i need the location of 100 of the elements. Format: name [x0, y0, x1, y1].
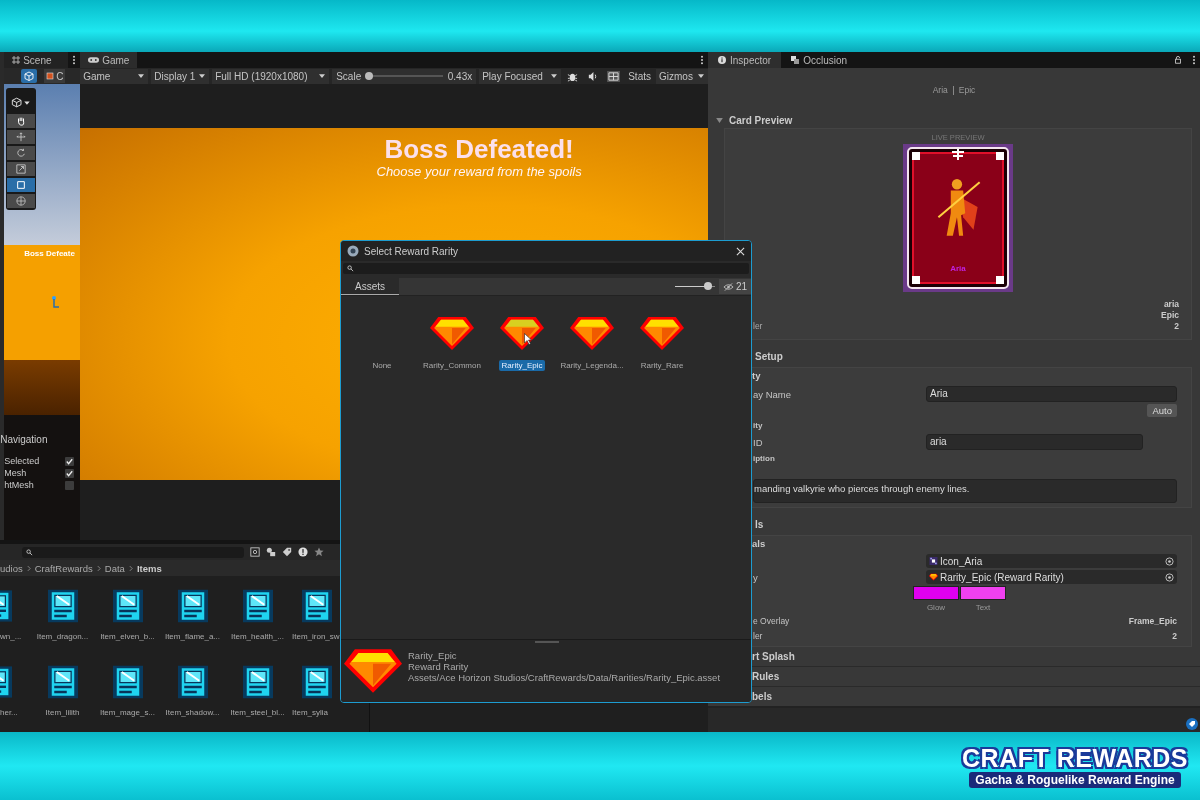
hand-tool-button[interactable]	[7, 114, 36, 128]
asset-name: Rarity_Epic	[408, 649, 458, 661]
hidden-eye-icon	[722, 282, 734, 291]
resolution-dropdown[interactable]: Full HD (1920x1080)	[212, 68, 330, 84]
mouse-cursor-icon	[524, 333, 532, 345]
chevron-icon	[26, 564, 31, 572]
chevron-icon	[96, 564, 101, 572]
search-icon	[26, 548, 33, 556]
scene-tab[interactable]: Scene	[4, 52, 69, 68]
property-value: 2	[1172, 630, 1177, 641]
file-icon[interactable]	[177, 588, 208, 624]
tag-icon[interactable]	[282, 547, 292, 557]
display-dropdown[interactable]: Display 1	[151, 68, 210, 84]
caret-icon	[698, 74, 704, 78]
foldout-header[interactable]: bels	[752, 691, 772, 702]
file-icon[interactable]	[47, 664, 78, 700]
cube-button[interactable]	[20, 69, 39, 83]
property-value: Epic	[1161, 309, 1179, 320]
brand-tagline: Gacha & Roguelike Reward Engine	[969, 772, 1181, 788]
game-tab[interactable]: Game	[80, 52, 138, 68]
asset-name[interactable]: Rarity_Epic	[498, 360, 546, 371]
dialog-title: Select Reward Rarity	[364, 245, 458, 257]
asset-name[interactable]: Rarity_Legenda...	[557, 360, 627, 371]
foldout-arrow-icon[interactable]	[716, 117, 723, 123]
view-dropdown[interactable]: Game	[80, 68, 149, 84]
gem-icon[interactable]	[570, 316, 614, 350]
color-swatch[interactable]	[960, 586, 1006, 600]
file-name: Item_mage_s...	[99, 708, 156, 717]
panel-tab[interactable]: Inspector	[708, 52, 782, 68]
file-icon[interactable]	[47, 588, 78, 624]
field-label: ler	[753, 630, 763, 641]
more-icon[interactable]	[72, 55, 77, 65]
gem-icon	[929, 573, 938, 581]
rect-tool-button[interactable]	[7, 178, 36, 192]
asset-name[interactable]: Rarity_Rare	[637, 360, 687, 371]
transform-tool-button[interactable]	[7, 194, 36, 208]
section-title: Card Preview	[729, 114, 793, 126]
text-field[interactable]: Aria	[926, 386, 1177, 402]
file-icon[interactable]	[112, 588, 143, 624]
text-field[interactable]: aria	[926, 434, 1143, 450]
file-icon[interactable]	[112, 664, 143, 700]
stats-grid-icon[interactable]	[607, 70, 621, 82]
scale-tool-button[interactable]	[7, 162, 36, 176]
color-swatch[interactable]	[913, 586, 959, 600]
foldout-header[interactable]: Rules	[752, 671, 780, 682]
warning-icon[interactable]	[298, 547, 308, 557]
file-icon[interactable]	[302, 588, 332, 624]
file-icon[interactable]	[177, 664, 208, 700]
checkbox[interactable]	[65, 468, 75, 478]
object-field[interactable]: Rarity_Epic (Reward Rarity)	[926, 570, 1177, 584]
gizmos-dropdown[interactable]: Gizmos	[656, 68, 708, 84]
file-icon[interactable]	[242, 664, 273, 700]
checkbox[interactable]	[65, 480, 75, 490]
search-filter-icon[interactable]	[250, 547, 260, 557]
move-icon	[16, 132, 27, 142]
rotate-tool-button[interactable]	[7, 146, 36, 160]
section-title: ls	[755, 519, 764, 530]
search-field[interactable]	[343, 263, 749, 274]
auto-button[interactable]: Auto	[1147, 404, 1177, 417]
camera-button[interactable]: C	[44, 69, 66, 83]
description-field[interactable]: manding valkyrie who pierces through enemy lines.	[753, 479, 1177, 503]
option-label: htMesh	[4, 480, 34, 490]
star-icon[interactable]	[314, 547, 324, 557]
file-name: Item_shadow...	[165, 708, 220, 717]
breadcrumb-item[interactable]: udios	[0, 562, 23, 574]
breadcrumb-item[interactable]: Data	[104, 562, 125, 574]
breadcrumb-item[interactable]: CraftRewards	[34, 562, 93, 574]
gem-icon[interactable]	[640, 316, 684, 350]
breadcrumb-item[interactable]: Items	[136, 562, 162, 574]
foldout-header[interactable]: rt Splash	[752, 651, 795, 662]
field-label: y	[753, 571, 759, 583]
checkbox[interactable]	[65, 456, 75, 466]
file-name: Item_steel_bl...	[230, 708, 285, 717]
hidden-count-button[interactable]: 21	[718, 279, 751, 294]
tag-icon[interactable]	[1186, 718, 1198, 730]
file-icon[interactable]	[0, 664, 12, 700]
asset-name[interactable]: Rarity_Common	[420, 360, 484, 371]
property-value: aria	[1163, 298, 1179, 309]
asset-name[interactable]: None	[369, 360, 395, 371]
overlay-title: Navigation	[0, 434, 49, 445]
gem-icon[interactable]	[500, 316, 544, 350]
more-icon[interactable]	[700, 55, 704, 65]
file-icon[interactable]	[302, 664, 332, 700]
file-icon[interactable]	[0, 588, 12, 624]
gem-icon[interactable]	[430, 316, 474, 350]
speaker-icon[interactable]	[587, 70, 599, 82]
cube-dropdown-icon[interactable]	[10, 96, 33, 109]
stats-button[interactable]: Stats	[626, 70, 653, 82]
file-icon[interactable]	[242, 588, 273, 624]
more-icon[interactable]	[1192, 55, 1196, 65]
card-name: Aria	[932, 85, 948, 95]
object-field[interactable]: Icon_Aria	[926, 554, 1177, 568]
move-tool-button[interactable]	[7, 130, 36, 144]
search-field[interactable]	[22, 546, 244, 558]
close-icon[interactable]	[736, 246, 745, 256]
rotate-icon	[16, 148, 27, 158]
play-mode-dropdown[interactable]: Play Focused	[479, 68, 562, 84]
shapes-icon[interactable]	[266, 547, 276, 557]
lock-icon[interactable]	[1174, 56, 1182, 64]
caret-icon	[138, 74, 145, 78]
